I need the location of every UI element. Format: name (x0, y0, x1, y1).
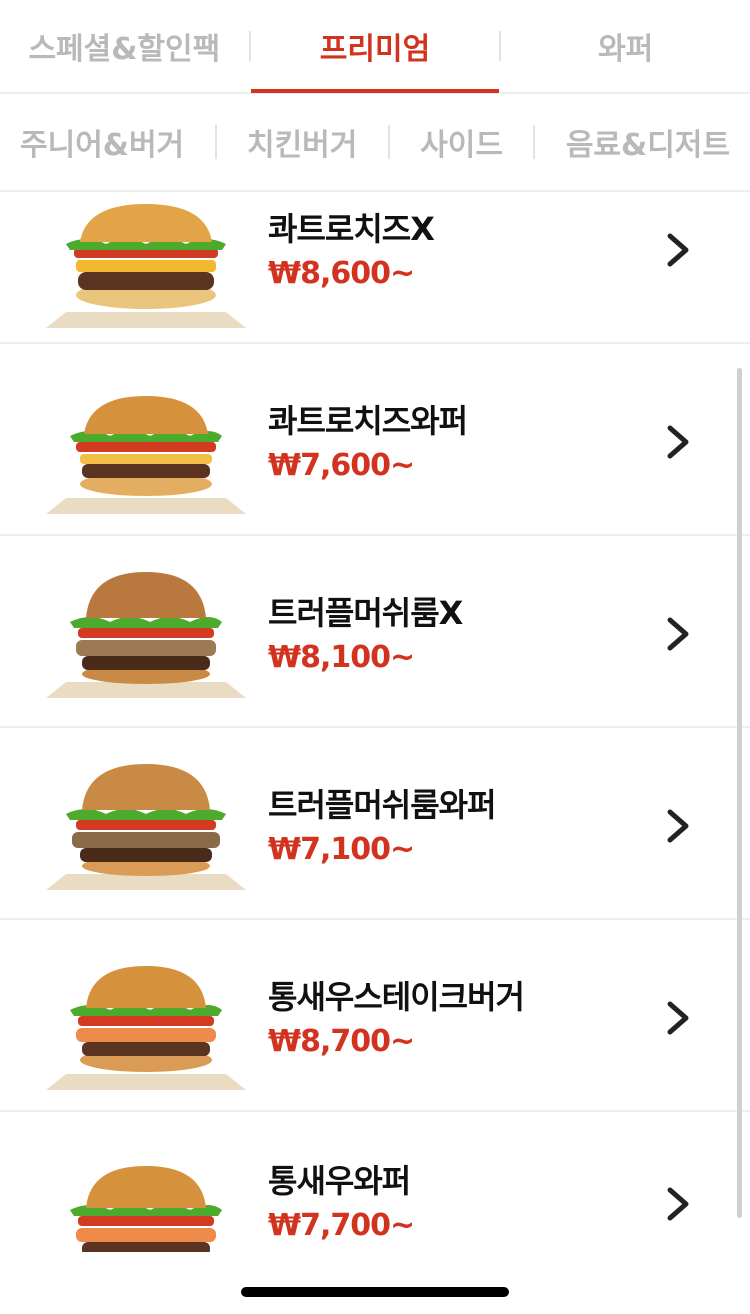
tab-side[interactable]: 사이드 (420, 120, 503, 164)
burger-icon (46, 572, 246, 698)
item-price: ₩8,700~ (268, 1024, 415, 1059)
item-price: ₩7,100~ (268, 832, 415, 867)
item-name: 콰트로치즈X (268, 210, 435, 248)
menu-item[interactable]: 통새우스테이크버거 ₩8,700~ (0, 920, 750, 1112)
tab-divider (533, 125, 536, 159)
item-name: 통새우와퍼 (268, 1162, 411, 1200)
chevron-right-icon[interactable] (664, 1000, 692, 1036)
item-name: 트러플머쉬룸X (268, 594, 463, 632)
tab-whopper[interactable]: 와퍼 (501, 0, 750, 93)
tab-divider (387, 125, 390, 159)
item-price: ₩8,100~ (268, 640, 415, 675)
menu-item[interactable]: 통새우와퍼 ₩7,700~ (0, 1112, 750, 1252)
menu-item[interactable]: 콰트로치즈와퍼 ₩7,600~ (0, 344, 750, 536)
tab-special-discount[interactable]: 스페셜&할인팩 (0, 0, 249, 93)
tab-divider (214, 125, 217, 159)
tab-premium[interactable]: 프리미엄 (250, 0, 500, 93)
menu-item[interactable]: 콰트로치즈X ₩8,600~ (0, 192, 750, 344)
chevron-right-icon[interactable] (664, 232, 692, 268)
menu-list[interactable]: 콰트로치즈X ₩8,600~ 콰트로치즈와퍼 ₩7,600~ 트러플머쉬룸X ₩… (0, 192, 750, 1252)
item-name: 통새우스테이크버거 (268, 978, 525, 1016)
burger-icon (46, 204, 246, 328)
chevron-right-icon[interactable] (664, 808, 692, 844)
menu-item[interactable]: 트러플머쉬룸와퍼 ₩7,100~ (0, 728, 750, 920)
category-tabs: 스페셜&할인팩 프리미엄 와퍼 (0, 0, 750, 94)
item-price: ₩8,600~ (268, 256, 415, 291)
home-indicator[interactable] (241, 1287, 509, 1297)
chevron-right-icon[interactable] (664, 1186, 692, 1222)
burger-icon (70, 1166, 222, 1252)
tab-drink-dessert[interactable]: 음료&디저트 (566, 120, 730, 164)
tab-chicken-burger[interactable]: 치킨버거 (247, 120, 357, 164)
item-price: ₩7,600~ (268, 448, 415, 483)
subcategory-tabs: 주니어&버거 치킨버거 사이드 음료&디저트 (0, 94, 750, 192)
scrollbar[interactable] (737, 368, 742, 1218)
burger-icon (46, 966, 246, 1090)
tab-junior-burger[interactable]: 주니어&버거 (20, 120, 184, 164)
chevron-right-icon[interactable] (664, 616, 692, 652)
burger-icon (46, 764, 246, 890)
item-name: 콰트로치즈와퍼 (268, 402, 468, 440)
chevron-right-icon[interactable] (664, 424, 692, 460)
item-price: ₩7,700~ (268, 1208, 415, 1243)
burger-icon (46, 396, 246, 514)
menu-item[interactable]: 트러플머쉬룸X ₩8,100~ (0, 536, 750, 728)
item-name: 트러플머쉬룸와퍼 (268, 786, 497, 824)
